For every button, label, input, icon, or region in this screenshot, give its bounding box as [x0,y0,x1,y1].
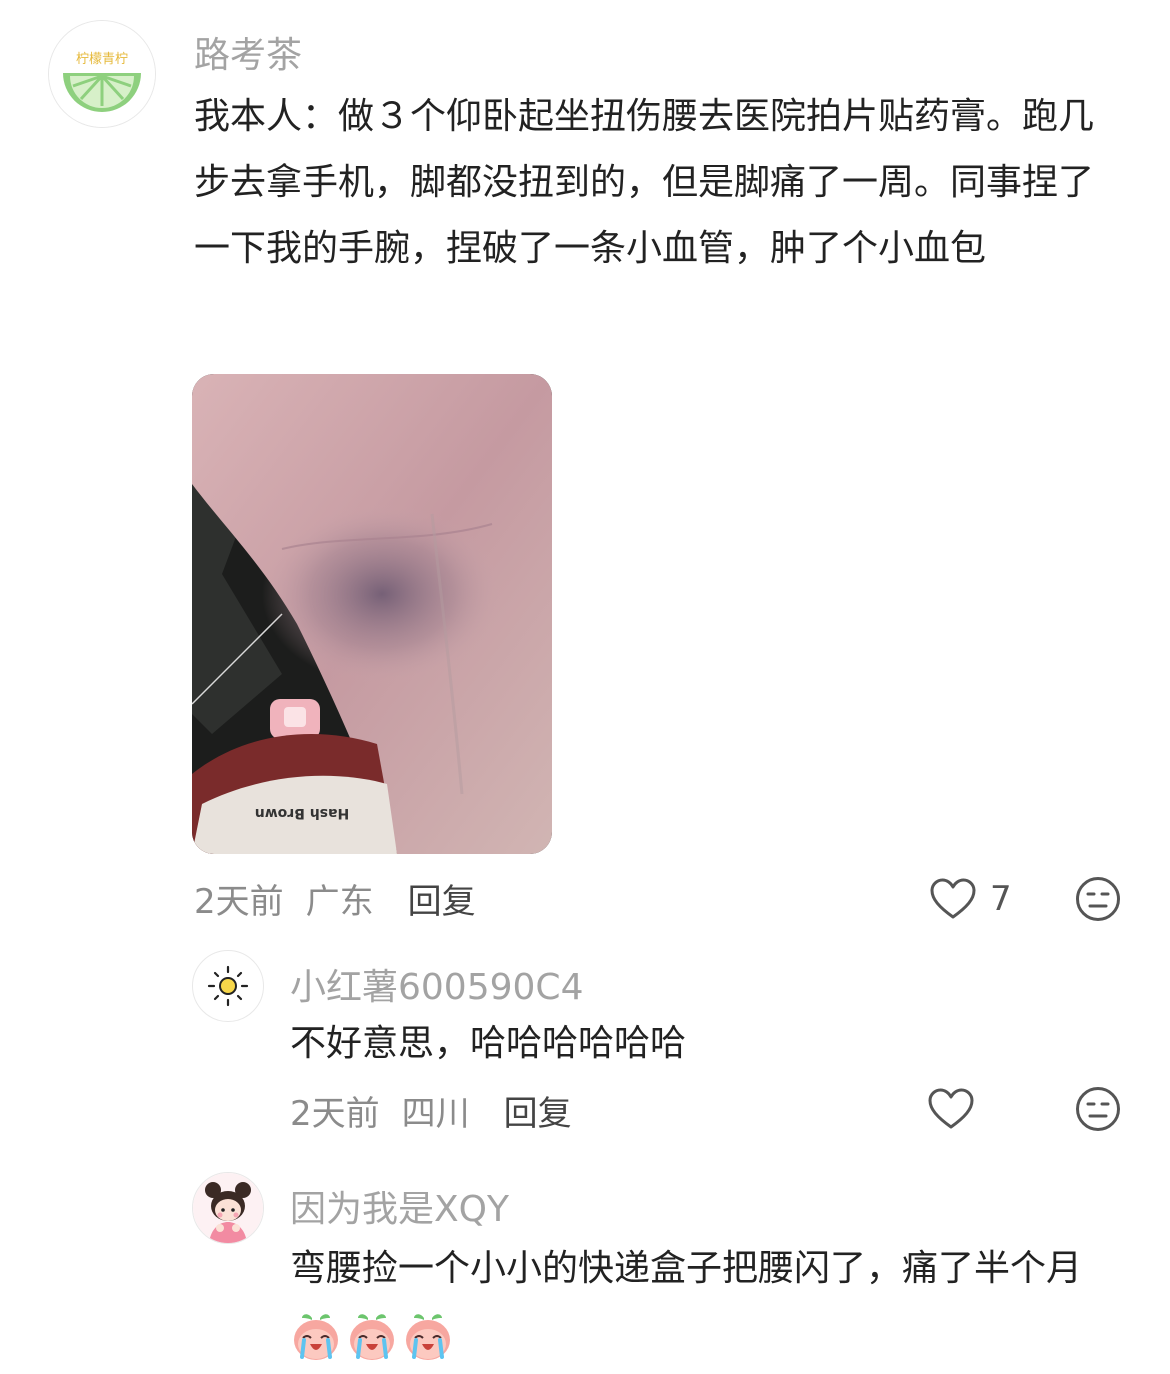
comment-time: 2天前 [194,882,284,922]
dislike-button[interactable] [1075,876,1121,926]
comment-text: 弯腰捡一个小小的快递盒子把腰闪了，痛了半个月 [290,1236,1125,1368]
lime-logo-icon: 柠檬青柠 [49,21,155,127]
heart-icon [928,1088,974,1129]
comment-meta: 2天前 四川 回复 [290,1086,572,1135]
like-button[interactable]: 7 [930,878,1012,920]
comment-text: 我本人：做３个仰卧起坐扭伤腰去医院拍片贴药膏。跑几步去拿手机，脚都没扭到的，但是… [194,96,1095,269]
crying-peach-icon [294,1314,338,1360]
crying-peach-icon [350,1314,394,1360]
comment-text-content: 弯腰捡一个小小的快递盒子把腰闪了，痛了半个月 [290,1248,1083,1289]
reply-button[interactable]: 回复 [504,1086,572,1135]
username[interactable]: 小红薯600590C4 [290,958,583,1010]
comment-meta: 2天前 广东 回复 [194,874,476,923]
avatar[interactable]: 柠檬青柠 [48,20,156,128]
comment-text: 不好意思，哈哈哈哈哈哈 [290,1023,687,1064]
comment-photo[interactable]: Hash Brown [192,374,552,854]
emoji-row [290,1310,454,1362]
comment-location: 广东 [305,882,374,922]
avatar-logo-text: 柠檬青柠 [76,52,128,67]
like-button[interactable] [928,1088,988,1130]
meh-face-icon [1076,1087,1120,1131]
like-count: 7 [990,879,1012,919]
avatar[interactable] [192,950,264,1022]
packaging-text: Hash Brown [255,805,349,821]
sun-icon [207,965,249,1007]
meh-face-icon [1076,877,1120,921]
comment-location: 四川 [401,1094,470,1134]
crying-peach-icon [406,1314,450,1360]
comment-time: 2天前 [290,1094,380,1134]
heart-icon [930,878,976,919]
cartoon-girl-avatar-icon [193,1173,263,1243]
username[interactable]: 路考茶 [194,26,302,78]
dislike-button[interactable] [1075,1086,1121,1136]
reply-button[interactable]: 回复 [408,874,476,923]
avatar[interactable] [192,1172,264,1244]
username[interactable]: 因为我是XQY [290,1180,509,1232]
